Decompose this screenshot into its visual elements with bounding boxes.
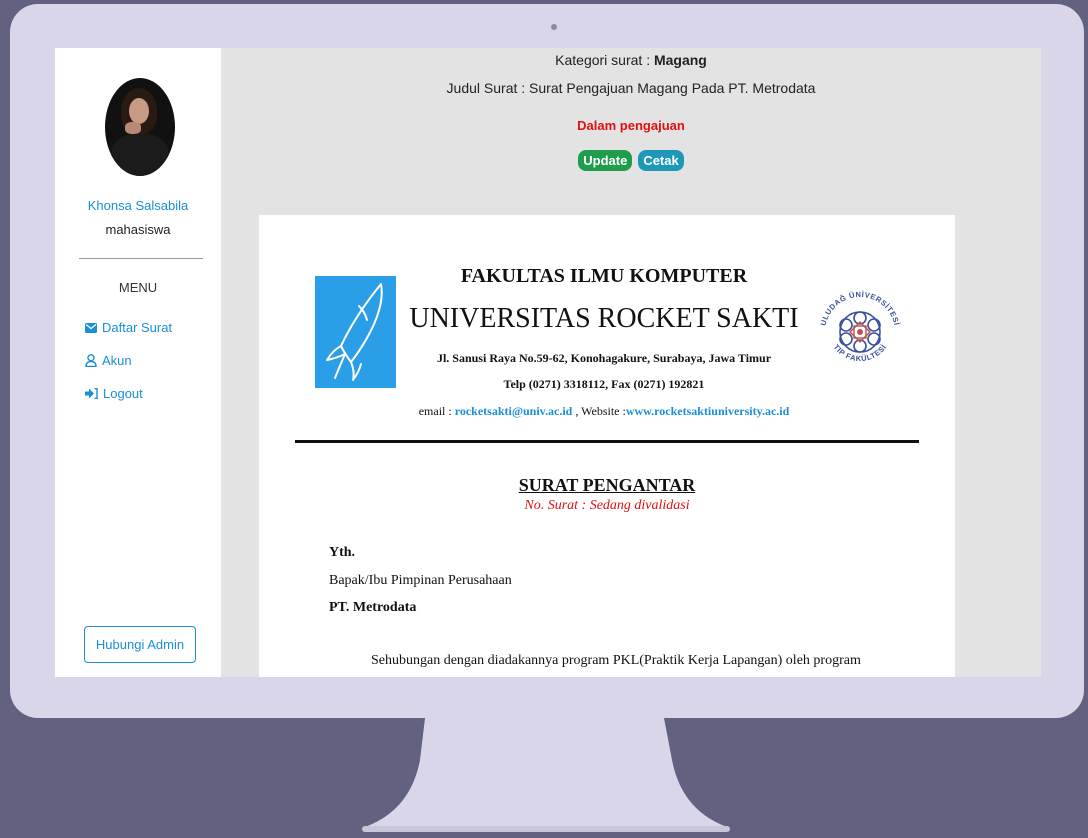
kop-telp: Telp (0271) 3318112, Fax (0271) 192821 xyxy=(503,377,705,391)
avatar xyxy=(105,78,175,176)
judul-surat: Judul Surat : Surat Pengajuan Magang Pad… xyxy=(446,80,816,96)
sidebar-item-daftar-surat[interactable]: Daftar Surat xyxy=(85,320,172,335)
website-label: , Website : xyxy=(572,404,626,418)
surat-nomor: No. Surat : Sedang divalidasi xyxy=(524,498,690,513)
cetak-button[interactable]: Cetak xyxy=(638,150,684,171)
kop-alamat: Jl. Sanusi Raya No.59-62, Konohagakure, … xyxy=(436,351,772,365)
user-role: mahasiswa xyxy=(105,222,171,237)
action-buttons: Update Cetak xyxy=(221,150,1041,171)
envelope-icon xyxy=(85,322,97,333)
kop-universitas: UNIVERSITAS ROCKET SAKTI xyxy=(409,303,799,334)
email-link[interactable]: rocketsakti@univ.ac.id xyxy=(455,404,573,418)
rocket-logo xyxy=(315,276,396,388)
kop-fakultas: FAKULTAS ILMU KOMPUTER xyxy=(460,265,748,287)
website-link[interactable]: www.rocketsaktiuniversity.ac.id xyxy=(626,404,789,418)
app-screen: Khonsa Salsabila mahasiswa MENU Daftar S… xyxy=(55,48,1041,677)
logout-icon xyxy=(85,388,98,399)
sidebar-item-akun[interactable]: Akun xyxy=(85,353,132,368)
svg-text:ULUDAĞ ÜNİVERSİTESİ: ULUDAĞ ÜNİVERSİTESİ xyxy=(819,290,902,327)
svg-text:TIP FAKÜLTESİ: TIP FAKÜLTESİ xyxy=(832,343,889,364)
sidebar-item-label: Daftar Surat xyxy=(102,320,173,335)
user-name: Khonsa Salsabila xyxy=(87,198,189,213)
kategori-label: Kategori surat : xyxy=(555,52,654,68)
sidebar-item-label: Logout xyxy=(103,386,143,401)
seal-text-bottom: TIP FAKÜLTESİ xyxy=(832,343,888,364)
recipient-line-1: Bapak/Ibu Pimpinan Perusahaan xyxy=(329,573,512,588)
status-text: Dalam pengajuan xyxy=(577,118,685,133)
camera-dot xyxy=(551,24,557,30)
hubungi-admin-button[interactable]: Hubungi Admin xyxy=(84,626,196,663)
letter-preview: ULUDAĞ ÜNİVERSİTESİ TIP FAKÜLTESİ FAKULT… xyxy=(259,215,955,677)
sidebar-divider xyxy=(79,258,203,259)
university-seal: ULUDAĞ ÜNİVERSİTESİ TIP FAKÜLTESİ xyxy=(819,290,902,364)
monitor-stand xyxy=(362,718,730,832)
update-button[interactable]: Update xyxy=(578,150,633,171)
sidebar-item-logout[interactable]: Logout xyxy=(85,386,143,401)
kategori-line: Kategori surat : Magang xyxy=(221,52,1041,68)
kategori-value: Magang xyxy=(653,52,707,68)
salutation: Yth. xyxy=(329,545,356,560)
seal-text-top: ULUDAĞ ÜNİVERSİTESİ xyxy=(819,290,901,327)
email-label: email : xyxy=(418,404,455,418)
sidebar: Khonsa Salsabila mahasiswa MENU Daftar S… xyxy=(55,48,221,677)
letter-paragraph: Sehubungan dengan diadakannya program PK… xyxy=(371,653,861,668)
main-content: Kategori surat : Magang Judul Surat : Su… xyxy=(221,48,1041,677)
user-icon xyxy=(85,354,97,367)
surat-title: SURAT PENGANTAR xyxy=(518,475,696,495)
sidebar-item-label: Akun xyxy=(102,353,132,368)
recipient-line-2: PT. Metrodata xyxy=(329,600,417,615)
kop-contact: email : rocketsakti@univ.ac.id , Website… xyxy=(389,404,819,419)
menu-title: MENU xyxy=(118,280,158,295)
kop-divider xyxy=(295,440,919,443)
